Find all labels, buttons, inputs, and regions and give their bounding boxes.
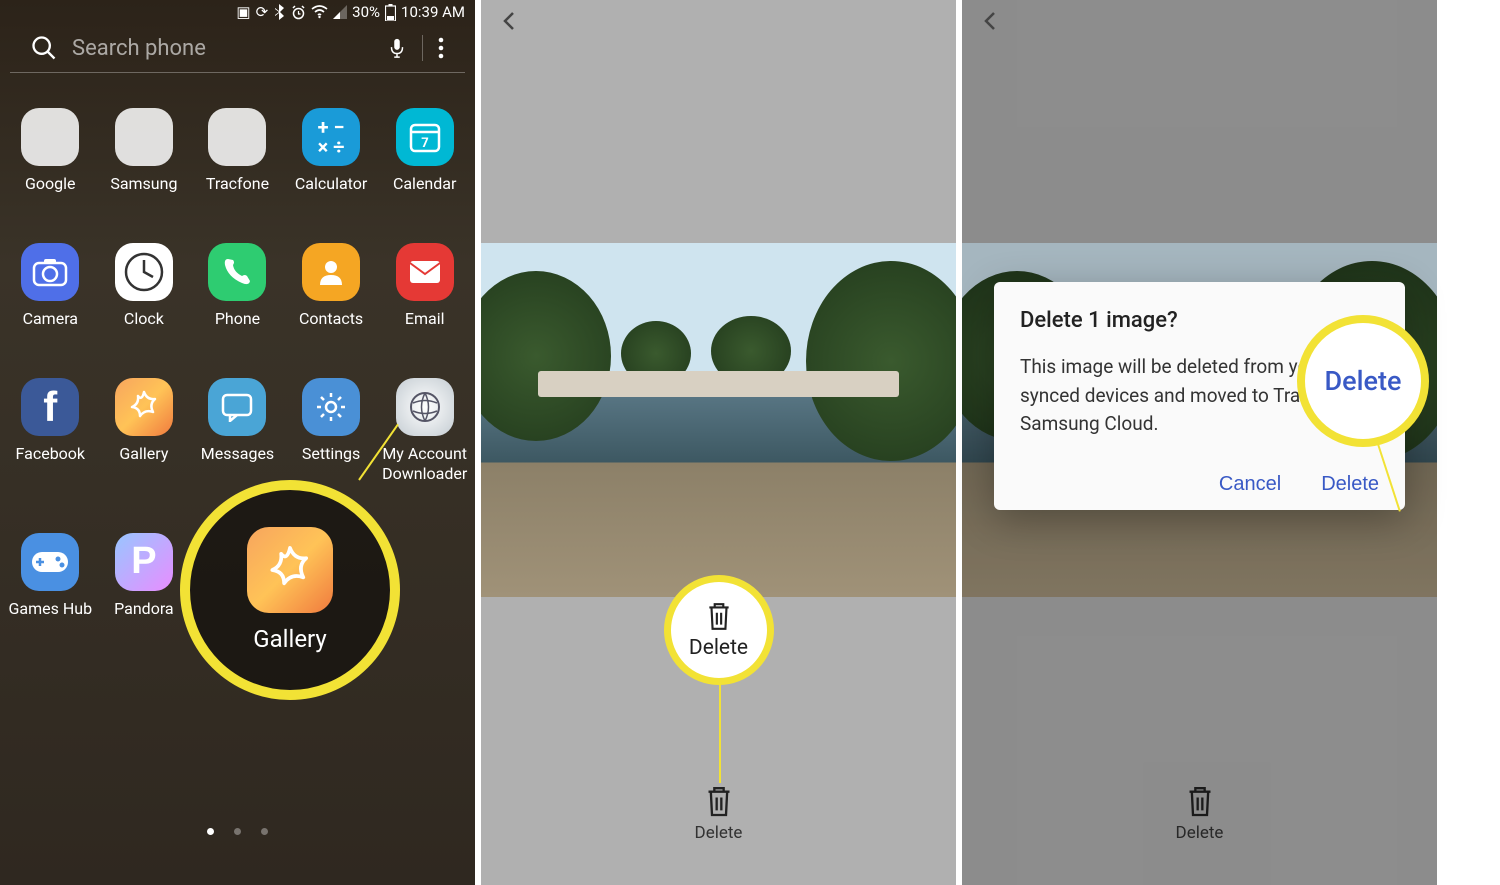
email-icon [396, 243, 454, 301]
cancel-button[interactable]: Cancel [1219, 473, 1281, 496]
wifi-icon [311, 5, 328, 19]
delete-confirm-button[interactable]: Delete [1321, 473, 1379, 496]
folder-icon [21, 108, 79, 166]
app-gallery[interactable]: Gallery [99, 378, 190, 482]
app-games-hub[interactable]: Games Hub [5, 533, 96, 618]
calculator-icon: + −× ÷ [302, 108, 360, 166]
camera-icon [21, 243, 79, 301]
status-bar: ▣ ⟳ 30% 10:39 AM [0, 0, 475, 24]
app-calculator[interactable]: + −× ÷ Calculator [286, 108, 377, 193]
app-phone[interactable]: Phone [192, 243, 283, 328]
back-button[interactable] [980, 10, 1002, 36]
app-calendar[interactable]: 7 Calendar [379, 108, 470, 193]
battery-pct: 30% [352, 3, 380, 21]
dot[interactable] [207, 828, 214, 835]
bluetooth-icon [273, 4, 286, 20]
app-messages[interactable]: Messages [192, 378, 283, 482]
gallery-image-screen: Delete Delete [481, 0, 956, 885]
dialog-body: This image will be deleted from your syn… [1020, 353, 1379, 439]
app-facebook[interactable]: f Facebook [5, 378, 96, 482]
battery-icon [385, 4, 396, 21]
folder-icon [208, 108, 266, 166]
app-drawer-screen: ▣ ⟳ 30% 10:39 AM Search phone [0, 0, 475, 885]
dot[interactable] [261, 828, 268, 835]
battery-saver-icon: ▣ [236, 3, 250, 21]
alarm-icon [291, 5, 306, 20]
dot[interactable] [234, 828, 241, 835]
trash-icon [706, 601, 732, 631]
app-grid: Google Samsung Tracfone + −× ÷ Calculato… [0, 78, 475, 618]
cloud-sync-icon: ⟳ [256, 3, 269, 21]
app-account-downloader[interactable]: My Account Downloader [379, 378, 470, 482]
trash-icon [705, 784, 733, 818]
app-camera[interactable]: Camera [5, 243, 96, 328]
more-icon[interactable] [437, 37, 445, 59]
search-icon [30, 34, 58, 62]
app-samsung-folder[interactable]: Samsung [99, 108, 190, 193]
pandora-icon: P [115, 533, 173, 591]
gallery-icon [115, 378, 173, 436]
clock-time: 10:39 AM [401, 3, 465, 21]
facebook-icon: f [21, 378, 79, 436]
app-contacts[interactable]: Contacts [286, 243, 377, 328]
clock-icon [115, 243, 173, 301]
account-icon [396, 378, 454, 436]
app-google-folder[interactable]: Google [5, 108, 96, 193]
app-tracfone-folder[interactable]: Tracfone [192, 108, 283, 193]
messages-icon [208, 378, 266, 436]
svg-text:7: 7 [421, 136, 428, 151]
delete-dialog-screen: Delete 1 image? This image will be delet… [962, 0, 1437, 885]
signal-icon [333, 5, 347, 19]
photo-preview[interactable] [481, 243, 956, 597]
search-placeholder: Search phone [72, 36, 386, 61]
separator [422, 35, 423, 61]
app-email[interactable]: Email [379, 243, 470, 328]
folder-icon [115, 108, 173, 166]
search-bar[interactable]: Search phone [10, 29, 465, 73]
delete-action[interactable]: Delete [481, 784, 956, 843]
calendar-icon: 7 [396, 108, 454, 166]
games-icon [21, 533, 79, 591]
settings-icon [302, 378, 360, 436]
app-pandora[interactable]: P Pandora [99, 533, 190, 618]
dialog-title: Delete 1 image? [1020, 308, 1379, 333]
contacts-icon [302, 243, 360, 301]
delete-confirm-dialog: Delete 1 image? This image will be delet… [994, 282, 1405, 510]
page-indicator [0, 828, 475, 835]
back-button[interactable] [499, 10, 521, 36]
app-clock[interactable]: Clock [99, 243, 190, 328]
phone-icon [208, 243, 266, 301]
app-settings[interactable]: Settings [286, 378, 377, 482]
mic-icon[interactable] [386, 37, 408, 59]
